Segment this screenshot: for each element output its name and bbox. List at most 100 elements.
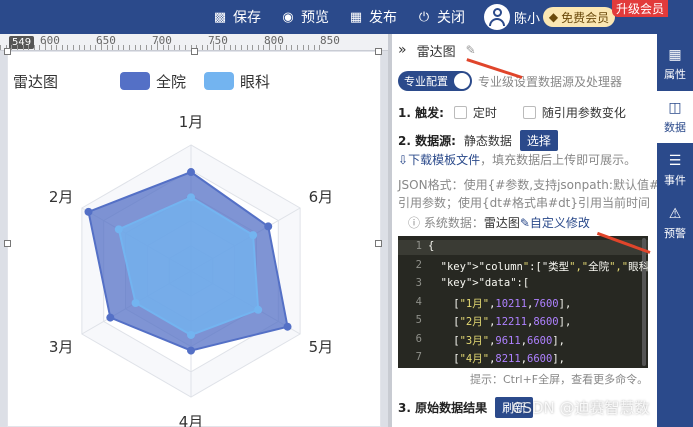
ruler-tick [22, 45, 24, 50]
collapse-icon[interactable]: » [398, 42, 407, 58]
ruler-position: 549 [9, 36, 35, 49]
legend-swatch[interactable] [120, 72, 150, 90]
code-line-number: 2 [415, 258, 422, 271]
download-desc: ，填充数据后上传即可展示。 [480, 153, 637, 167]
sidebar-item-label: 事件 [664, 173, 686, 187]
param-checkbox[interactable] [522, 106, 536, 119]
resize-handle[interactable] [375, 240, 382, 247]
publish-icon: ▦ [349, 9, 363, 25]
code-line: "key">"data":[ [440, 277, 530, 289]
code-line-number: 4 [415, 295, 422, 308]
ruler-tick [67, 45, 69, 50]
radar-indicator-label: 5月 [309, 338, 334, 356]
radar-point [254, 305, 263, 314]
select-button[interactable]: 选择 [519, 130, 558, 151]
config-panel: » 雷达图 ✎ 专业配置 专业级设置数据源及处理器 1. 触发: 定时 随引用参… [392, 34, 657, 427]
radar-indicator-label: 4月 [179, 413, 204, 427]
ruler-tick [140, 45, 142, 50]
ruler-tick [285, 45, 287, 50]
radar-indicator-label: 6月 [309, 188, 334, 206]
ruler-tick [246, 45, 248, 50]
code-line: ["3月",9611,6600], [428, 334, 565, 347]
event-icon: ☰ [668, 152, 682, 169]
trigger-label: 1. 触发: [398, 106, 444, 120]
sidebar-item[interactable]: ☰ 事件 [657, 144, 693, 196]
ruler-tick [179, 45, 181, 50]
vip-badge[interactable]: ◆ 免费会员 [543, 7, 615, 27]
ruler-mark: 750 [208, 34, 228, 47]
download-template-link[interactable]: 下载模板文件 [408, 151, 480, 168]
json-code-editor[interactable]: 1 {2 "key">"column":["类型","全院","眼科"], 3 "k… [398, 236, 648, 368]
radar-point [84, 207, 93, 216]
resize-handle[interactable] [4, 48, 11, 55]
panel-header: » 雷达图 ✎ [392, 34, 657, 66]
timer-checkbox[interactable] [453, 106, 467, 119]
preview-icon: ◉ [282, 9, 294, 25]
code-line: ["1月",10211,7600], [428, 297, 572, 310]
upgrade-button[interactable]: 升级会员 [612, 0, 668, 17]
custom-edit-link[interactable]: 自定义修改 [530, 214, 590, 231]
info-icon: ⓘ [408, 216, 424, 230]
download-icon: ⇩ [398, 152, 409, 167]
ruler-tick [297, 45, 298, 50]
ruler-tick [61, 45, 63, 50]
publish-label: 发布 [369, 10, 397, 26]
pencil-icon: ✎ [519, 215, 530, 230]
sidebar-item[interactable]: ◫ 数据 [657, 91, 693, 143]
top-toolbar: ▩ 保存 ◉ 预览 ▦ 发布 ⏻ 关闭 陈小 ◆ 免费会员 升级会员 [0, 0, 693, 34]
resize-handle[interactable] [4, 240, 11, 247]
resize-handle[interactable] [375, 48, 382, 55]
sidebar-item-label: 属性 [664, 67, 686, 81]
code-line: ["2月",12211,8600], [428, 316, 572, 328]
ruler-tick [302, 45, 304, 50]
avatar[interactable] [484, 4, 510, 30]
design-canvas[interactable]: 雷达图 全院 眼科 1月 2月 3月 4月 5月 6月 [4, 48, 382, 427]
ruler-tick [173, 45, 175, 50]
pro-config-toggle[interactable]: 专业配置 [398, 71, 472, 91]
radar-point [249, 231, 258, 240]
resize-handle[interactable] [191, 48, 198, 55]
database-icon: ◫ [668, 99, 682, 116]
close-button[interactable]: ⏻ 关闭 [416, 0, 465, 34]
sidebar-item[interactable]: ▦ 属性 [657, 38, 693, 90]
edit-icon[interactable]: ✎ [466, 43, 476, 57]
radar-point [187, 346, 195, 355]
radar-indicator-label: 2月 [49, 188, 74, 206]
ruler-tick [84, 45, 86, 50]
ruler-tick [201, 45, 203, 50]
publish-button[interactable]: ▦ 发布 [348, 0, 397, 34]
save-button[interactable]: ▩ 保存 [212, 0, 261, 34]
ruler-mark: 650 [96, 34, 116, 47]
ruler-tick [78, 45, 80, 50]
editor-scrollbar[interactable] [642, 238, 646, 366]
json-hint-1: JSON格式：使用{#参数,支持jsonpath:默认值#} [398, 178, 657, 192]
raw-result-label: 3. 原始数据结果 [398, 401, 488, 415]
code-line-number: 5 [415, 314, 422, 326]
panel-title: 雷达图 [416, 44, 456, 60]
vip-label: 免费会员 [561, 10, 610, 25]
save-icon: ▩ [213, 9, 227, 25]
ruler-tick [0, 45, 2, 50]
close-label: 关闭 [437, 10, 465, 26]
ruler-tick [33, 45, 35, 50]
code-line: { [428, 240, 435, 252]
ruler-tick [145, 45, 147, 50]
trigger-row: 1. 触发: 定时 随引用参数变化 [398, 104, 626, 121]
system-data-chart: 雷达图 [483, 216, 520, 230]
radar-chart[interactable]: 雷达图 全院 眼科 1月 2月 3月 4月 5月 6月 [8, 52, 382, 427]
save-label: 保存 [233, 10, 261, 26]
radar-point [264, 222, 273, 231]
legend-swatch[interactable] [204, 72, 234, 90]
system-data-label: 系统数据： [423, 216, 484, 230]
ruler-tick [11, 45, 13, 50]
ruler-tick [257, 45, 259, 50]
ruler-tick [235, 45, 237, 50]
preview-button[interactable]: ◉ 预览 [280, 0, 329, 34]
ruler-tick [129, 45, 130, 50]
sidebar-item[interactable]: ⚠ 预警 [657, 197, 693, 249]
legend-label: 全院 [156, 73, 186, 91]
ruler-tick [117, 45, 119, 50]
user-name: 陈小 [514, 11, 541, 27]
legend-label: 眼科 [240, 73, 270, 91]
ruler-tick [73, 45, 74, 50]
